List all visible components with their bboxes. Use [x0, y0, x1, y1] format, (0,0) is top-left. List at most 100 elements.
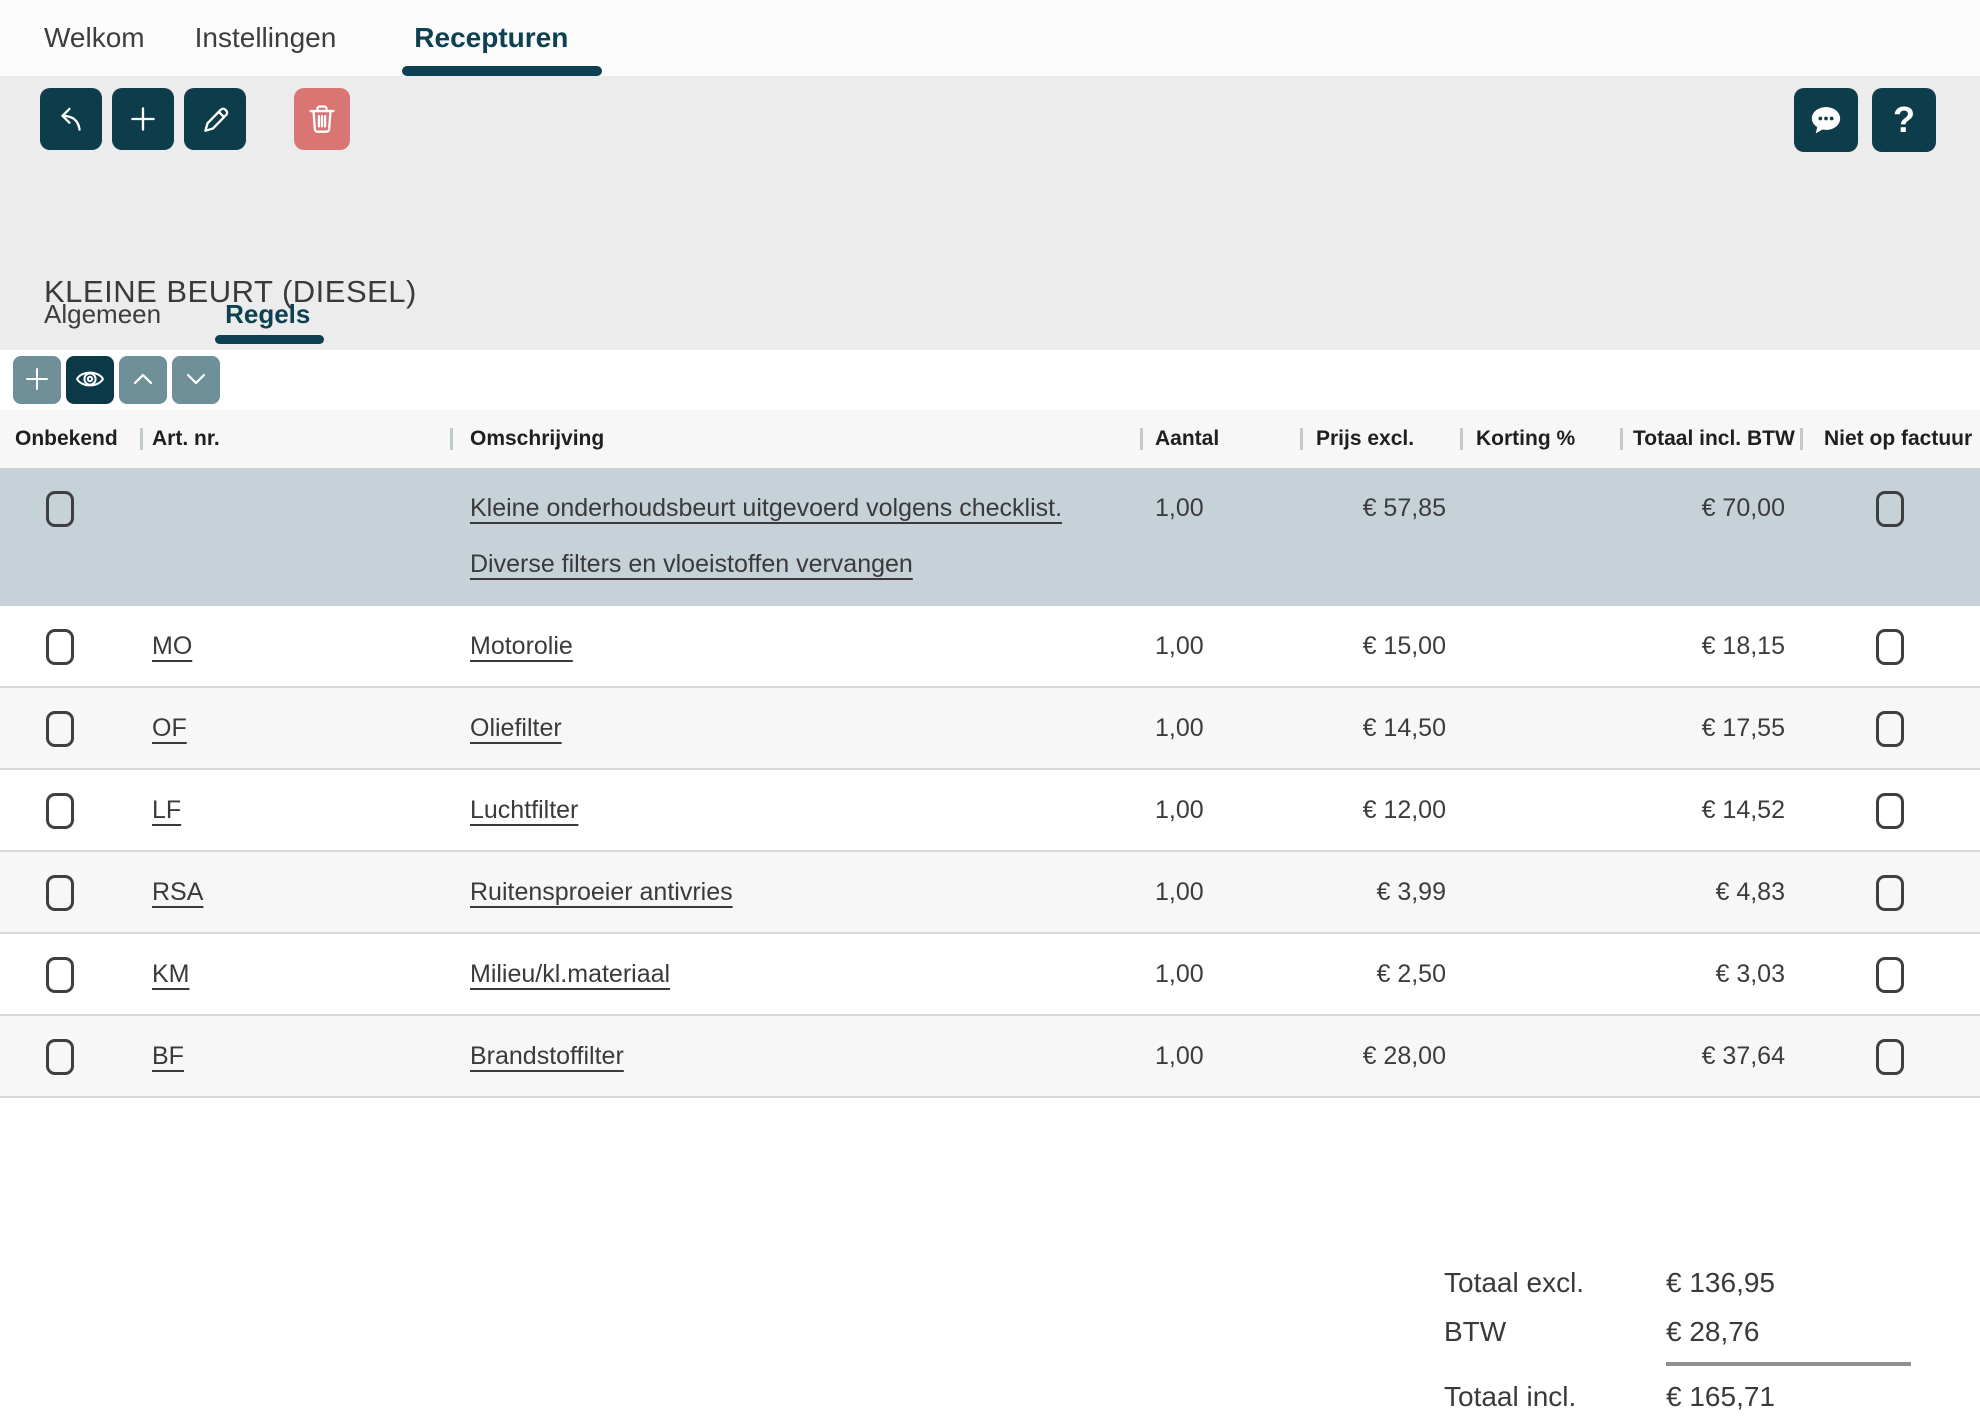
- omschrijving-cell: Kleine onderhoudsbeurt uitgevoerd volgen…: [450, 468, 1140, 604]
- niet-op-factuur-checkbox[interactable]: [1876, 1039, 1904, 1075]
- totaal-incl-cell: € 3,03: [1620, 934, 1800, 1014]
- question-mark-icon: ?: [1893, 99, 1915, 141]
- total-incl-row: Totaal incl. € 165,71: [1444, 1372, 1911, 1421]
- back-arrow-icon: [54, 102, 88, 136]
- totaal-incl-cell: € 17,55: [1620, 688, 1800, 768]
- table-row[interactable]: Kleine onderhoudsbeurt uitgevoerd volgen…: [0, 468, 1980, 606]
- move-row-up-button[interactable]: [119, 356, 167, 404]
- niet-op-factuur-checkbox[interactable]: [1876, 875, 1904, 911]
- plus-icon: [23, 365, 51, 396]
- niet-op-factuur-checkbox[interactable]: [1876, 957, 1904, 993]
- chevron-up-icon: [129, 365, 157, 396]
- table-row[interactable]: MO Motorolie 1,00 € 15,00 € 18,15: [0, 606, 1980, 688]
- omschrijving-link[interactable]: Brandstoffilter: [470, 1042, 624, 1070]
- artnr-link[interactable]: KM: [152, 960, 190, 988]
- btw-row: BTW € 28,76: [1444, 1307, 1911, 1356]
- artnr-link[interactable]: LF: [152, 796, 181, 824]
- omschrijving-link[interactable]: Motorolie: [470, 632, 573, 660]
- niet-op-factuur-checkbox[interactable]: [1876, 491, 1904, 527]
- move-row-down-button[interactable]: [172, 356, 220, 404]
- prijs-excl-cell: € 57,85: [1300, 468, 1460, 548]
- onbekend-checkbox[interactable]: [46, 1039, 74, 1075]
- onbekend-cell: [0, 852, 140, 932]
- artnr-cell: [140, 468, 450, 492]
- subtab-regels[interactable]: Regels: [225, 299, 310, 344]
- omschrijving-cell: Motorolie: [450, 606, 1140, 686]
- prijs-excl-cell: € 15,00: [1300, 606, 1460, 686]
- artnr-cell: MO: [140, 606, 450, 686]
- total-incl-label: Totaal incl.: [1444, 1381, 1666, 1413]
- omschrijving-link[interactable]: Milieu/kl.materiaal: [470, 960, 670, 988]
- total-excl-label: Totaal excl.: [1444, 1267, 1666, 1299]
- chat-button[interactable]: [1794, 88, 1858, 152]
- korting-cell: [1460, 688, 1620, 712]
- prijs-excl-cell: € 28,00: [1300, 1016, 1460, 1096]
- back-button[interactable]: [40, 88, 102, 150]
- table-row[interactable]: BF Brandstoffilter 1,00 € 28,00 € 37,64: [0, 1016, 1980, 1098]
- help-button[interactable]: ?: [1872, 88, 1936, 152]
- delete-button[interactable]: [294, 88, 350, 150]
- onbekend-checkbox[interactable]: [46, 957, 74, 993]
- onbekend-checkbox[interactable]: [46, 711, 74, 747]
- table-row[interactable]: OF Oliefilter 1,00 € 14,50 € 17,55: [0, 688, 1980, 770]
- totaal-incl-cell: € 37,64: [1620, 1016, 1800, 1096]
- artnr-link[interactable]: RSA: [152, 878, 203, 906]
- subtab-algemeen[interactable]: Algemeen: [44, 299, 161, 344]
- prijs-excl-cell: € 12,00: [1300, 770, 1460, 850]
- table-row[interactable]: RSA Ruitensproeier antivries 1,00 € 3,99…: [0, 852, 1980, 934]
- btw-label: BTW: [1444, 1316, 1666, 1348]
- niet-op-factuur-cell: [1800, 1016, 1980, 1096]
- artnr-link[interactable]: BF: [152, 1042, 184, 1070]
- table-row[interactable]: LF Luchtfilter 1,00 € 12,00 € 14,52: [0, 770, 1980, 852]
- artnr-cell: RSA: [140, 852, 450, 932]
- niet-op-factuur-cell: [1800, 606, 1980, 686]
- niet-op-factuur-cell: [1800, 468, 1980, 548]
- add-row-button[interactable]: [13, 356, 61, 404]
- toolbar: ?: [0, 76, 1980, 152]
- onbekend-checkbox[interactable]: [46, 629, 74, 665]
- aantal-cell: 1,00: [1140, 852, 1300, 932]
- view-row-button[interactable]: [66, 356, 114, 404]
- omschrijving-link[interactable]: Oliefilter: [470, 714, 562, 742]
- niet-op-factuur-cell: [1800, 852, 1980, 932]
- omschrijving-cell: Oliefilter: [450, 688, 1140, 768]
- prijs-excl-cell: € 14,50: [1300, 688, 1460, 768]
- artnr-cell: BF: [140, 1016, 450, 1096]
- niet-op-factuur-checkbox[interactable]: [1876, 793, 1904, 829]
- edit-button[interactable]: [184, 88, 246, 150]
- omschrijving-link[interactable]: Ruitensproeier antivries: [470, 878, 733, 906]
- btw-value: € 28,76: [1666, 1316, 1911, 1348]
- onbekend-checkbox[interactable]: [46, 793, 74, 829]
- totaal-incl-cell: € 4,83: [1620, 852, 1800, 932]
- niet-op-factuur-checkbox[interactable]: [1876, 711, 1904, 747]
- main-tab-bar: Welkom Instellingen Recepturen: [0, 0, 1980, 76]
- aantal-cell: 1,00: [1140, 1016, 1300, 1096]
- table-body: Kleine onderhoudsbeurt uitgevoerd volgen…: [0, 468, 1980, 1098]
- omschrijving-cell: Brandstoffilter: [450, 1016, 1140, 1096]
- totals-block: Totaal excl. € 136,95 BTW € 28,76 Totaal…: [1444, 1258, 1911, 1421]
- niet-op-factuur-checkbox[interactable]: [1876, 629, 1904, 665]
- artnr-link[interactable]: MO: [152, 632, 192, 660]
- table-row[interactable]: KM Milieu/kl.materiaal 1,00 € 2,50 € 3,0…: [0, 934, 1980, 1016]
- onbekend-cell: [0, 468, 140, 548]
- aantal-cell: 1,00: [1140, 934, 1300, 1014]
- omschrijving-cell: Luchtfilter: [450, 770, 1140, 850]
- trash-icon: [306, 102, 338, 136]
- tab-welkom[interactable]: Welkom: [44, 0, 145, 76]
- column-header-prijs-excl: Prijs excl.: [1300, 427, 1460, 451]
- omschrijving-link[interactable]: Kleine onderhoudsbeurt uitgevoerd volgen…: [470, 494, 1062, 578]
- artnr-link[interactable]: OF: [152, 714, 187, 742]
- total-incl-value: € 165,71: [1666, 1381, 1911, 1413]
- chevron-down-icon: [182, 365, 210, 396]
- artnr-cell: OF: [140, 688, 450, 768]
- onbekend-checkbox[interactable]: [46, 491, 74, 527]
- tab-instellingen[interactable]: Instellingen: [195, 0, 337, 76]
- tab-recepturen[interactable]: Recepturen: [414, 0, 568, 76]
- korting-cell: [1460, 468, 1620, 492]
- onbekend-cell: [0, 934, 140, 1014]
- totaal-incl-cell: € 18,15: [1620, 606, 1800, 686]
- onbekend-checkbox[interactable]: [46, 875, 74, 911]
- omschrijving-link[interactable]: Luchtfilter: [470, 796, 578, 824]
- add-button[interactable]: [112, 88, 174, 150]
- sub-tab-bar: Algemeen Regels: [44, 299, 362, 344]
